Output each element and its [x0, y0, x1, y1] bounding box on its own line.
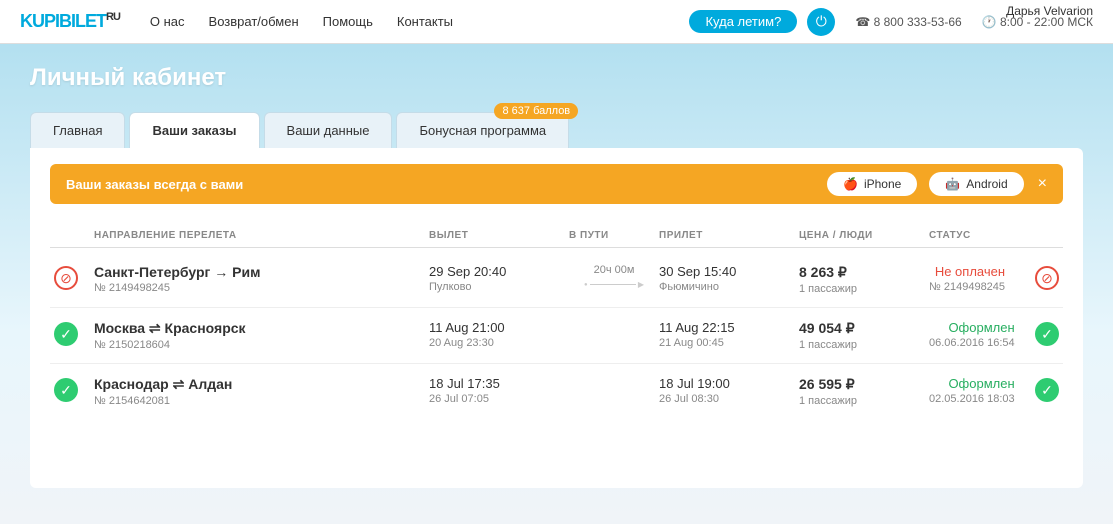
status-icon-right: ⊘	[1035, 266, 1059, 290]
route-text: Краснодар ⇌ Алдан	[94, 376, 429, 393]
arrive-time: 11 Aug 22:15 21 Aug 00:45	[659, 320, 799, 349]
bonus-badge: 8 637 баллов	[494, 103, 578, 119]
check-icon: ✓	[54, 378, 78, 402]
cancel-icon: ⊘	[54, 266, 78, 290]
order-number: № 2150218604	[94, 339, 429, 351]
price-cell: 49 054 ₽ 1 пассажир	[799, 320, 929, 351]
route-info: Краснодар ⇌ Алдан № 2154642081	[94, 376, 429, 407]
tab-data[interactable]: Ваши данные	[264, 112, 393, 148]
content-area: Ваши заказы всегда с вами 🍎 iPhone 🤖 And…	[30, 148, 1083, 488]
apple-icon: 🍎	[843, 177, 858, 191]
banner-text: Ваши заказы всегда с вами	[66, 177, 821, 192]
duration-line	[584, 280, 644, 289]
status-col: Оформлен 02.05.2016 18:03 ✓	[929, 376, 1059, 405]
depart-time: 29 Sep 20:40 Пулково	[429, 264, 569, 293]
status-icon-left: ✓	[54, 376, 94, 402]
route-text: Москва ⇌ Красноярск	[94, 320, 429, 337]
banner-close-button[interactable]: ×	[1038, 175, 1047, 193]
nav-help[interactable]: Помощь	[323, 14, 373, 29]
tab-bonus-label: Бонусная программа	[419, 123, 546, 138]
col-depart: ВЫЛЕТ	[429, 230, 569, 241]
nav-contacts[interactable]: Контакты	[397, 14, 453, 29]
status-col: Оформлен 06.06.2016 16:54 ✓	[929, 320, 1059, 349]
power-button[interactable]: ⏻	[807, 8, 835, 36]
price-cell: 8 263 ₽ 1 пассажир	[799, 264, 929, 295]
price-cell: 26 595 ₽ 1 пассажир	[799, 376, 929, 407]
iphone-button[interactable]: 🍎 iPhone	[827, 172, 917, 196]
order-number: № 2154642081	[94, 395, 429, 407]
user-name: Дарья Velvarion	[1006, 4, 1093, 18]
page-title: Личный кабинет	[30, 64, 1083, 92]
header: KUPIBILETRU О нас Возврат/обмен Помощь К…	[0, 0, 1113, 44]
logo[interactable]: KUPIBILETRU	[20, 11, 120, 32]
tab-main[interactable]: Главная	[30, 112, 125, 148]
nav-links: О нас Возврат/обмен Помощь Контакты	[150, 14, 690, 29]
order-number: № 2149498245	[94, 282, 429, 294]
nav-return[interactable]: Возврат/обмен	[209, 14, 299, 29]
status-icon-left: ⊘	[54, 264, 94, 290]
app-banner: Ваши заказы всегда с вами 🍎 iPhone 🤖 And…	[50, 164, 1063, 204]
status-cell: Оформлен 06.06.2016 16:54	[929, 320, 1015, 349]
search-placeholder: Куда летим?	[705, 14, 781, 29]
table-row: ⊘ Санкт-Петербург → Рим № 2149498245 29 …	[50, 252, 1063, 308]
col-duration: В ПУТИ	[569, 230, 659, 241]
route-info: Москва ⇌ Красноярск № 2150218604	[94, 320, 429, 351]
tabs-container: Главная Ваши заказы Ваши данные Бонусная…	[30, 112, 1083, 148]
check-icon: ✓	[54, 322, 78, 346]
nav-about[interactable]: О нас	[150, 14, 185, 29]
status-cell: Не оплачен № 2149498245	[929, 264, 1005, 293]
tab-bonus[interactable]: Бонусная программа 8 637 баллов	[396, 112, 569, 148]
android-icon: 🤖	[945, 177, 960, 191]
route-info: Санкт-Петербург → Рим № 2149498245	[94, 264, 429, 294]
table-row: ✓ Краснодар ⇌ Алдан № 2154642081 18 Jul …	[50, 364, 1063, 419]
col-status: СТАТУС	[929, 230, 1059, 241]
status-cell: Оформлен 02.05.2016 18:03	[929, 376, 1015, 405]
depart-time: 18 Jul 17:35 26 Jul 07:05	[429, 376, 569, 405]
tab-orders[interactable]: Ваши заказы	[129, 112, 259, 148]
duration-cell: 20ч 00м	[569, 264, 659, 293]
arrive-time: 30 Sep 15:40 Фьюмичино	[659, 264, 799, 293]
table-row: ✓ Москва ⇌ Красноярск № 2150218604 11 Au…	[50, 308, 1063, 364]
col-price: ЦЕНА / ЛЮДИ	[799, 230, 929, 241]
phone-number: ☎ 8 800 333-53-66	[855, 15, 961, 29]
status-icon-right: ✓	[1035, 322, 1059, 346]
col-icon	[54, 230, 94, 241]
status-icon-right: ✓	[1035, 378, 1059, 402]
search-bar[interactable]: Куда летим?	[689, 10, 797, 33]
arrive-time: 18 Jul 19:00 26 Jul 08:30	[659, 376, 799, 405]
route-text: Санкт-Петербург → Рим	[94, 264, 429, 280]
android-button[interactable]: 🤖 Android	[929, 172, 1023, 196]
status-icon-left: ✓	[54, 320, 94, 346]
depart-time: 11 Aug 21:00 20 Aug 23:30	[429, 320, 569, 349]
table-header: НАПРАВЛЕНИЕ ПЕРЕЛЕТА ВЫЛЕТ В ПУТИ ПРИЛЕТ…	[50, 224, 1063, 248]
col-route: НАПРАВЛЕНИЕ ПЕРЕЛЕТА	[94, 230, 429, 241]
status-col: Не оплачен № 2149498245 ⊘	[929, 264, 1059, 293]
page-background: Личный кабинет Главная Ваши заказы Ваши …	[0, 44, 1113, 524]
logo-suffix: RU	[106, 11, 120, 23]
col-arrive: ПРИЛЕТ	[659, 230, 799, 241]
